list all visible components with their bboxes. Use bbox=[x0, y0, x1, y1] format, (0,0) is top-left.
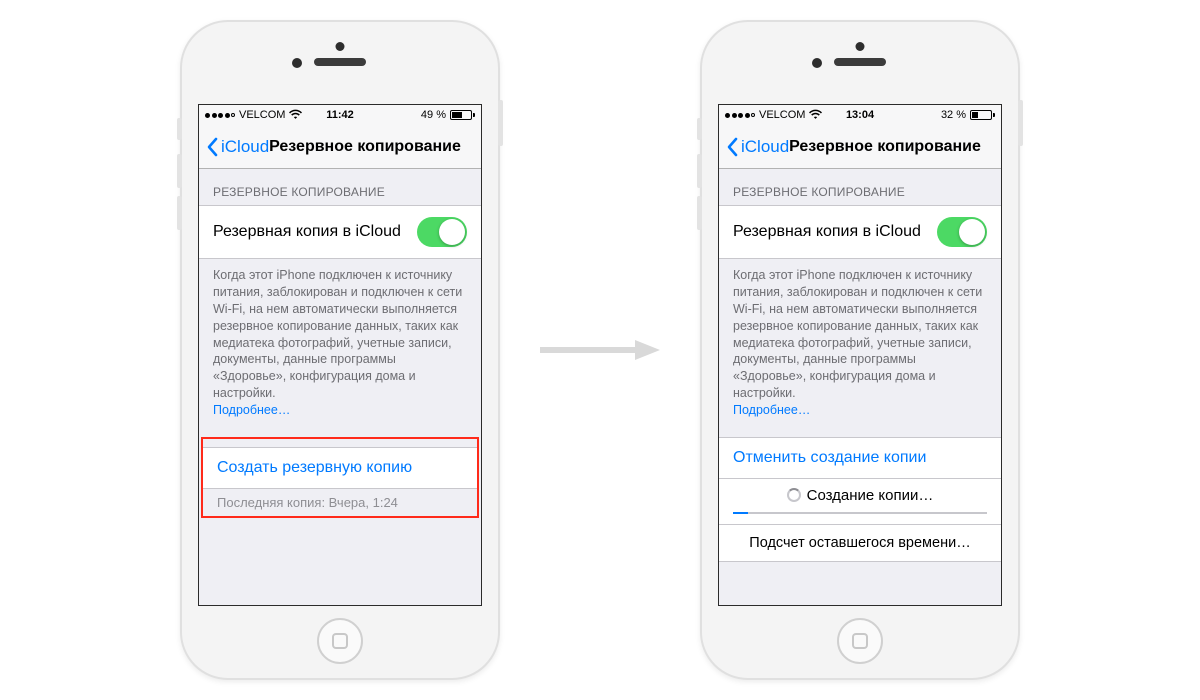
carrier-label: VELCOM bbox=[759, 109, 805, 121]
clock: 13:04 bbox=[846, 109, 874, 121]
status-bar: VELCOM 13:04 32 % bbox=[719, 105, 1001, 125]
screen: VELCOM 11:42 49 % iCloud Резервное копир… bbox=[198, 104, 482, 606]
signal-strength-icon bbox=[205, 113, 235, 118]
description-text: Когда этот iPhone подключен к источнику … bbox=[733, 268, 982, 400]
front-camera bbox=[336, 42, 345, 51]
power-button bbox=[498, 100, 503, 146]
backup-now-button[interactable]: Создать резервную копию bbox=[203, 447, 477, 489]
wifi-icon bbox=[289, 109, 302, 122]
volume-up-button bbox=[177, 154, 182, 188]
back-label: iCloud bbox=[221, 137, 269, 157]
carrier-label: VELCOM bbox=[239, 109, 285, 121]
nav-bar: iCloud Резервное копирование bbox=[719, 125, 1001, 169]
learn-more-link[interactable]: Подробнее… bbox=[213, 403, 290, 417]
proximity-sensor bbox=[812, 58, 822, 68]
backup-description: Когда этот iPhone подключен к источнику … bbox=[719, 259, 1001, 423]
group-header: РЕЗЕРВНОЕ КОПИРОВАНИЕ bbox=[199, 169, 481, 205]
flow-arrow-icon bbox=[540, 340, 660, 360]
home-button[interactable] bbox=[317, 618, 363, 664]
icloud-backup-toggle-row[interactable]: Резервная копия в iCloud bbox=[719, 205, 1001, 259]
group-header: РЕЗЕРВНОЕ КОПИРОВАНИЕ bbox=[719, 169, 1001, 205]
battery-percent: 32 % bbox=[941, 109, 966, 121]
last-backup-label: Последняя копия: Вчера, 1:24 bbox=[203, 489, 477, 516]
volume-down-button bbox=[177, 196, 182, 230]
chevron-left-icon bbox=[207, 137, 219, 157]
toggle-switch[interactable] bbox=[417, 217, 467, 247]
mute-switch bbox=[177, 118, 182, 140]
spinner-icon bbox=[787, 488, 801, 502]
power-button bbox=[1018, 100, 1023, 146]
progress-status-label: Создание копии… bbox=[807, 487, 934, 504]
wifi-icon bbox=[809, 109, 822, 122]
action-label: Создать резервную копию bbox=[217, 459, 412, 477]
learn-more-link[interactable]: Подробнее… bbox=[733, 403, 810, 417]
iphone-device-right: VELCOM 13:04 32 % iCloud Резервное копир… bbox=[700, 20, 1020, 680]
chevron-left-icon bbox=[727, 137, 739, 157]
toggle-label: Резервная копия в iCloud bbox=[213, 223, 401, 241]
volume-down-button bbox=[697, 196, 702, 230]
home-button[interactable] bbox=[837, 618, 883, 664]
front-camera bbox=[856, 42, 865, 51]
status-bar: VELCOM 11:42 49 % bbox=[199, 105, 481, 125]
iphone-device-left: VELCOM 11:42 49 % iCloud Резервное копир… bbox=[180, 20, 500, 680]
clock: 11:42 bbox=[326, 109, 354, 121]
nav-bar: iCloud Резервное копирование bbox=[199, 125, 481, 169]
toggle-switch[interactable] bbox=[937, 217, 987, 247]
highlighted-action-area: Создать резервную копию Последняя копия:… bbox=[201, 437, 479, 518]
back-label: iCloud bbox=[741, 137, 789, 157]
icloud-backup-toggle-row[interactable]: Резервная копия в iCloud bbox=[199, 205, 481, 259]
cancel-backup-button[interactable]: Отменить создание копии bbox=[719, 437, 1001, 479]
battery-percent: 49 % bbox=[421, 109, 446, 121]
screen: VELCOM 13:04 32 % iCloud Резервное копир… bbox=[718, 104, 1002, 606]
back-button[interactable]: iCloud bbox=[727, 137, 789, 157]
description-text: Когда этот iPhone подключен к источнику … bbox=[213, 268, 462, 400]
signal-strength-icon bbox=[725, 113, 755, 118]
settings-content: РЕЗЕРВНОЕ КОПИРОВАНИЕ Резервная копия в … bbox=[199, 169, 481, 605]
volume-up-button bbox=[697, 154, 702, 188]
time-remaining-label: Подсчет оставшегося времени… bbox=[719, 525, 1001, 562]
backup-progress-row: Создание копии… bbox=[719, 479, 1001, 525]
backup-description: Когда этот iPhone подключен к источнику … bbox=[199, 259, 481, 423]
action-label: Отменить создание копии bbox=[733, 449, 926, 467]
back-button[interactable]: iCloud bbox=[207, 137, 269, 157]
mute-switch bbox=[697, 118, 702, 140]
battery-icon bbox=[450, 110, 475, 120]
progress-bar bbox=[733, 512, 987, 514]
battery-icon bbox=[970, 110, 995, 120]
toggle-label: Резервная копия в iCloud bbox=[733, 223, 921, 241]
proximity-sensor bbox=[292, 58, 302, 68]
settings-content: РЕЗЕРВНОЕ КОПИРОВАНИЕ Резервная копия в … bbox=[719, 169, 1001, 605]
